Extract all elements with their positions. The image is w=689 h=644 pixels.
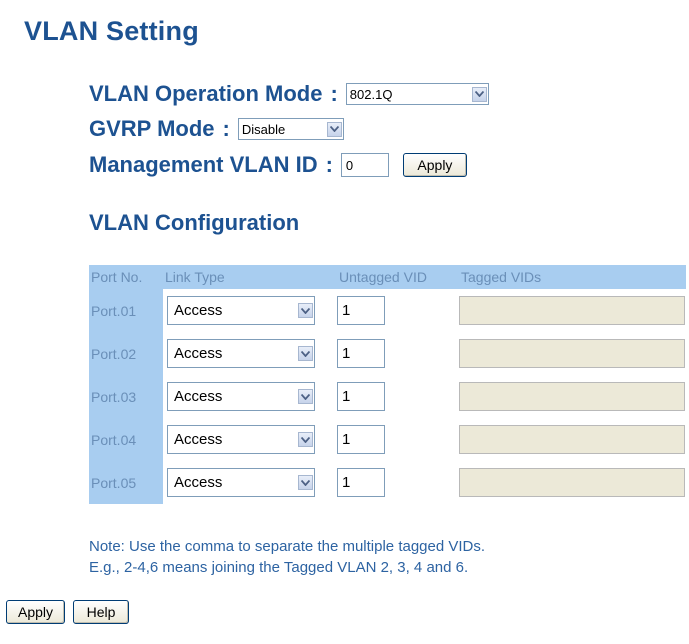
port-label: Port.05 [89,461,163,504]
table-row: Port.01 Access [89,289,686,332]
untagged-vid-input[interactable] [337,382,385,411]
tagged-vids-input[interactable] [459,425,685,454]
vlan-configuration-title: VLAN Configuration [89,210,300,235]
table-header-row: Port No. Link Type Untagged VID Tagged V… [89,265,686,289]
operation-mode-label: VLAN Operation Mode [89,81,323,106]
link-type-value: Access [174,388,223,405]
chevron-down-icon[interactable] [298,389,313,404]
operation-mode-select[interactable]: 802.1Q [345,83,489,105]
operation-mode-value: 802.1Q [349,86,393,102]
management-vlan-colon: : [325,152,333,177]
header-untagged-vid: Untagged VID [337,265,459,289]
link-type-select[interactable]: Access [167,468,315,497]
apply-button[interactable]: Apply [6,600,65,624]
link-type-select[interactable]: Access [167,425,315,454]
page-title: VLAN Setting [24,16,199,46]
gvrp-mode-colon: : [222,116,230,141]
management-vlan-apply-button[interactable]: Apply [402,153,467,177]
management-vlan-label: Management VLAN ID [89,152,318,177]
table-row: Port.04 Access [89,418,686,461]
gvrp-mode-row: GVRP Mode : Disable [89,116,344,142]
table-row: Port.05 Access [89,461,686,504]
management-vlan-row: Management VLAN ID : Apply [89,152,467,178]
note-line-1: Note: Use the comma to separate the mult… [89,538,486,555]
chevron-down-icon[interactable] [298,475,313,490]
link-type-value: Access [174,345,223,362]
port-label: Port.02 [89,332,163,375]
gvrp-mode-value: Disable [241,121,286,137]
port-label: Port.01 [89,289,163,332]
gvrp-mode-label: GVRP Mode [89,116,215,141]
gvrp-mode-select[interactable]: Disable [237,118,344,140]
help-button[interactable]: Help [73,600,129,624]
header-tagged-vids: Tagged VIDs [459,265,686,289]
header-port-no: Port No. [89,265,163,289]
untagged-vid-input[interactable] [337,425,385,454]
operation-mode-row: VLAN Operation Mode : 802.1Q [89,81,489,107]
chevron-down-icon[interactable] [471,86,487,102]
header-link-type: Link Type [163,265,337,289]
link-type-value: Access [174,302,223,319]
management-vlan-input[interactable] [340,153,389,177]
table-row: Port.02 Access [89,332,686,375]
link-type-value: Access [174,474,223,491]
link-type-select[interactable]: Access [167,296,315,325]
link-type-value: Access [174,431,223,448]
chevron-down-icon[interactable] [326,121,342,137]
chevron-down-icon[interactable] [298,303,313,318]
port-label: Port.03 [89,375,163,418]
untagged-vid-input[interactable] [337,296,385,325]
link-type-select[interactable]: Access [167,382,315,411]
untagged-vid-input[interactable] [337,468,385,497]
tagged-vids-input[interactable] [459,382,685,411]
chevron-down-icon[interactable] [298,346,313,361]
link-type-select[interactable]: Access [167,339,315,368]
vlan-configuration-table: Port No. Link Type Untagged VID Tagged V… [89,265,686,504]
tagged-vids-input[interactable] [459,468,685,497]
tagged-vids-input[interactable] [459,339,685,368]
note-line-2: E.g., 2-4,6 means joining the Tagged VLA… [89,559,469,576]
note-text: Note: Use the comma to separate the mult… [89,536,485,578]
tagged-vids-input[interactable] [459,296,685,325]
footer-buttons: Apply Help [6,600,129,624]
port-label: Port.04 [89,418,163,461]
operation-mode-colon: : [330,81,338,106]
untagged-vid-input[interactable] [337,339,385,368]
chevron-down-icon[interactable] [298,432,313,447]
table-row: Port.03 Access [89,375,686,418]
